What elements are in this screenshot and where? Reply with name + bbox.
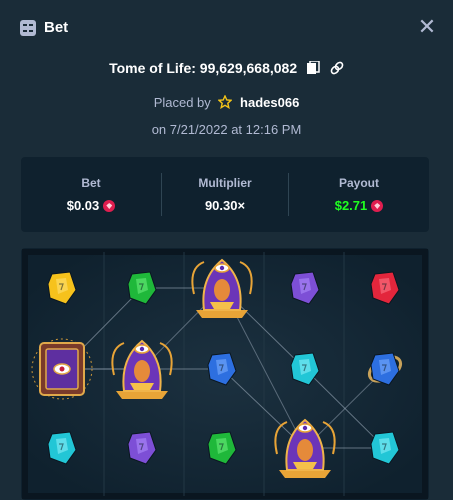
multiplier-stat: Multiplier 90.30× [162,157,288,232]
username-link[interactable]: hades066 [240,95,299,110]
payout-label: Payout [338,176,379,190]
game-id-line: Tome of Life: 99,629,668,082 [0,60,453,78]
vip-star-icon [217,94,234,112]
modal-title: Bet [44,19,69,36]
placed-by-label: Placed by [153,95,211,110]
multiplier-label: Multiplier [198,176,252,190]
link-icon[interactable] [330,61,344,78]
bet-label: Bet [81,176,101,190]
close-icon[interactable]: ✕ [417,16,437,38]
bet-slip-icon [20,20,36,36]
bet-value: $0.03 [66,198,100,213]
payout-value: $2.71 [334,198,368,213]
slot-reels [22,249,428,499]
modal-header: Bet ✕ [0,0,453,56]
multiplier-value: 90.30× [204,198,246,213]
bet-date: on 7/21/2022 at 12:16 PM [151,122,302,137]
bet-stats-panel: Bet $0.03 Multiplier 90.30× Payout $2.71 [21,157,429,232]
payout-stat: Payout $2.71 [289,157,429,232]
slot-board [21,248,429,500]
copy-icon[interactable] [307,60,320,78]
placed-by-line: Placed by hades066 [0,94,453,112]
game-id-text: Tome of Life: 99,629,668,082 [109,60,298,76]
tome-scatter-icon [31,338,93,400]
bet-value-row: $0.03 [21,198,161,213]
bet-stat: Bet $0.03 [21,157,161,232]
payout-value-row: $2.71 [289,198,429,213]
currency-gem-icon [371,200,384,212]
currency-gem-icon [103,200,116,212]
